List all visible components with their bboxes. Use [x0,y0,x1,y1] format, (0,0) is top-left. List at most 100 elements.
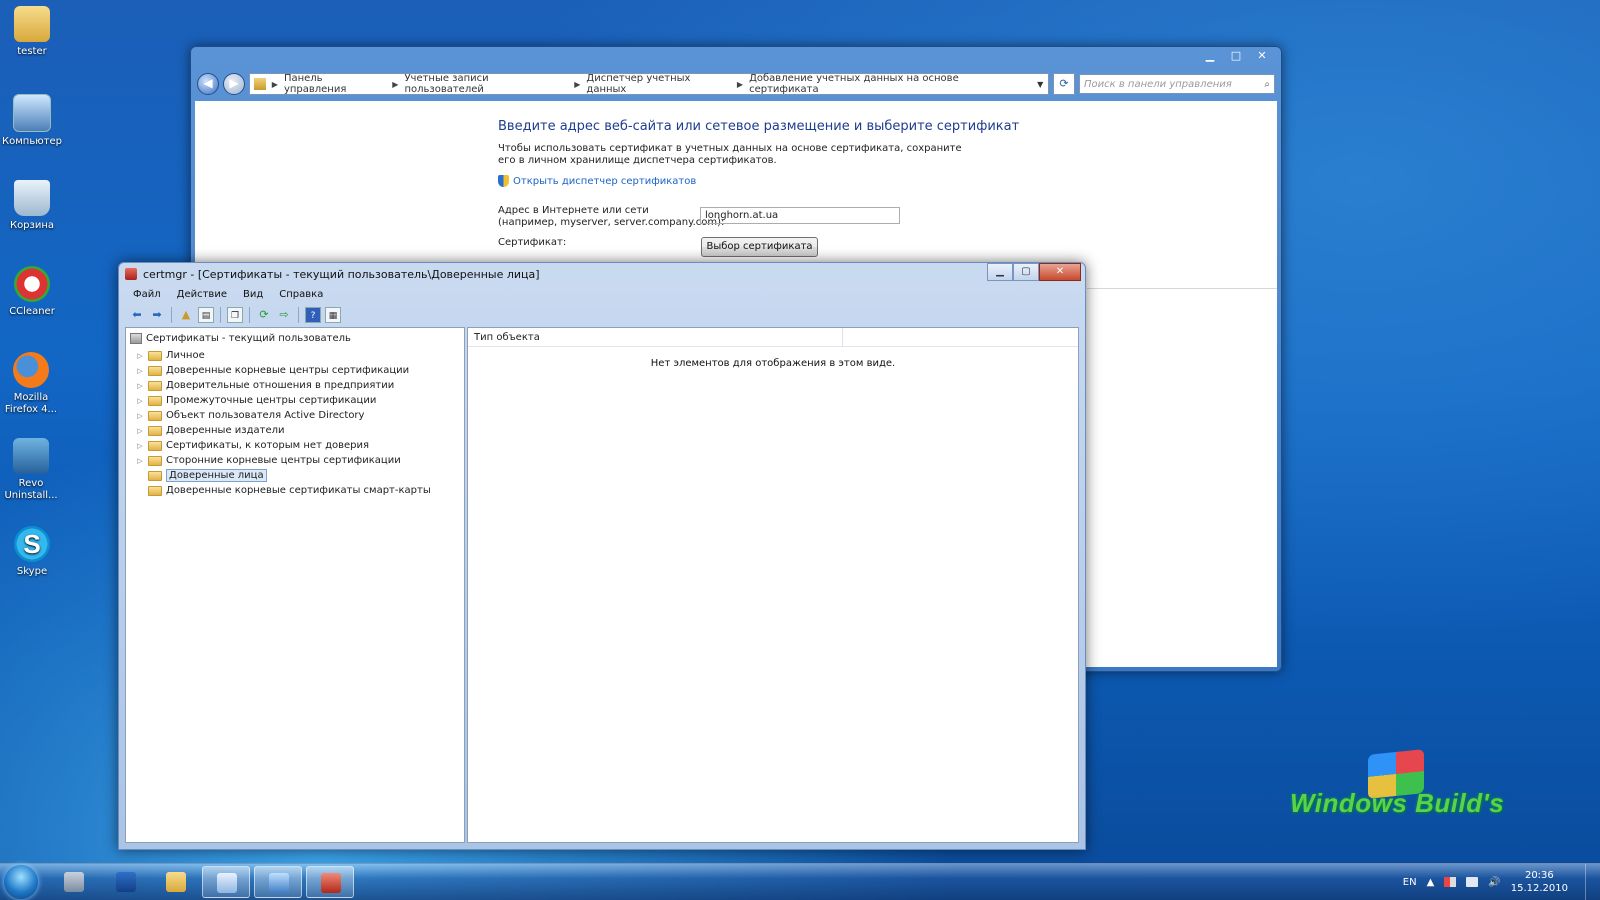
control-panel-icon [269,873,289,893]
firefox-icon [13,352,49,388]
minimize-button[interactable]: ▁ [987,263,1013,281]
search-input[interactable]: Поиск в панели управления ⌕ [1079,74,1275,94]
desktop-icon-label: Mozilla Firefox 4... [4,392,58,415]
up-folder-icon[interactable]: ▲ [178,307,194,323]
address-label-line2: (например, myserver, server.company.com)… [498,217,725,228]
breadcrumb-credential-manager[interactable]: Диспетчер учетных данных [586,73,731,95]
copy-icon[interactable]: ❐ [227,307,243,323]
taskbar-button-powershell[interactable] [102,866,150,898]
certificate-label: Сертификат: [498,237,567,248]
menu-view[interactable]: Вид [235,286,271,304]
column-header-object-type[interactable]: Тип объекта [468,328,843,346]
close-button[interactable]: ✕ [1039,263,1081,281]
expand-arrow-icon[interactable]: ▷ [134,352,146,360]
desktop-icon-ccleaner[interactable]: CCleaner [0,266,64,318]
forward-button[interactable]: ▶ [223,73,245,95]
desktop-icon-revo[interactable]: Revo Uninstall... [0,438,62,502]
tree-root[interactable]: Сертификаты - текущий пользователь [130,333,351,344]
tree-item-trusted-publishers[interactable]: ▷ Доверенные издатели [134,423,431,438]
tree-item-intermediate-ca[interactable]: ▷ Промежуточные центры сертификации [134,393,431,408]
desktop-icon-recycle-bin[interactable]: Корзина [0,180,64,232]
show-desktop-button[interactable] [1585,864,1600,900]
show-hide-tree-icon[interactable]: ▤ [198,307,214,323]
tree-root-label: Сертификаты - текущий пользователь [146,333,351,344]
tree-item-trusted-root-ca[interactable]: ▷ Доверенные корневые центры сертификации [134,363,431,378]
tree-pane[interactable]: Сертификаты - текущий пользователь ▷ Личн… [125,327,465,843]
taskbar-button-explorer[interactable] [152,866,200,898]
expand-arrow-icon[interactable]: ▷ [134,367,146,375]
clock-time: 20:36 [1524,870,1554,881]
certmgr-window[interactable]: certmgr - [Сертификаты - текущий пользов… [118,262,1086,850]
tree-list: ▷ Личное ▷ Доверенные корневые центры серт… [134,348,431,498]
choose-certificate-button[interactable]: Выбор сертификата [701,237,818,257]
desktop-icon-skype[interactable]: S Skype [0,526,64,578]
tree-item-personal[interactable]: ▷ Личное [134,348,431,363]
language-indicator[interactable]: EN [1403,877,1417,888]
show-hidden-icons-icon[interactable]: ▲ [1427,877,1435,888]
desktop-icon-label: Skype [16,566,48,577]
open-cert-manager-link[interactable]: Открыть диспетчер сертификатов [498,175,696,187]
details-pane[interactable]: Тип объекта Нет элементов для отображени… [467,327,1079,843]
navigation-bar: ◀ ▶ ▶ Панель управления ▶ Учетные записи… [197,73,1275,95]
maximize-button[interactable]: □ [1223,48,1249,64]
expand-arrow-icon[interactable]: ▷ [134,442,146,450]
desktop-icon-firefox[interactable]: Mozilla Firefox 4... [0,352,62,416]
minimize-button[interactable]: ▁ [1197,48,1223,64]
folder-icon [148,470,162,481]
desktop-icon-tester[interactable]: tester [0,6,64,58]
properties-icon[interactable]: ▦ [325,307,341,323]
certmgr-icon [321,873,341,893]
expand-arrow-icon[interactable]: ▷ [134,457,146,465]
desktop-icon-label: Revo Uninstall... [4,478,58,501]
window-controls: ▁ ▢ ✕ [987,263,1081,281]
address-field[interactable]: longhorn.at.ua [700,207,900,224]
expand-arrow-icon[interactable]: ▷ [134,382,146,390]
breadcrumb-add-certificate-credential[interactable]: Добавление учетных данных на основе серт… [749,73,1026,95]
taskbar-button-control-panel[interactable] [254,866,302,898]
menu-bar: Файл Действие Вид Справка [125,286,1079,304]
network-icon[interactable] [1466,877,1479,887]
control-panel-icon [254,78,266,90]
chevron-down-icon[interactable]: ▼ [1032,80,1048,89]
tree-item-trusted-people[interactable]: Доверенные лица [134,468,431,483]
description-text: Чтобы использовать сертификат в учетных … [498,143,962,166]
start-button[interactable] [4,865,38,899]
tree-item-untrusted-certificates[interactable]: ▷ Сертификаты, к которым нет доверия [134,438,431,453]
menu-action[interactable]: Действие [169,286,235,304]
link-label: Открыть диспетчер сертификатов [513,175,697,187]
forward-arrow-icon[interactable]: ➡ [149,307,165,323]
close-button[interactable]: ✕ [1249,48,1275,64]
computer-icon [13,94,51,132]
folder-icon [148,350,162,361]
refresh-button[interactable]: ⟳ [1053,73,1075,95]
tree-item-enterprise-trust[interactable]: ▷ Доверительные отношения в предприятии [134,378,431,393]
expand-arrow-icon[interactable]: ▷ [134,427,146,435]
taskbar-button-certmgr[interactable] [306,866,354,898]
breadcrumb-control-panel[interactable]: Панель управления [284,73,386,95]
help-icon[interactable]: ? [305,307,321,323]
title-bar[interactable]: certmgr - [Сертификаты - текущий пользов… [125,265,1079,283]
back-button[interactable]: ◀ [197,73,219,95]
desktop-icon-computer[interactable]: Компьютер [0,94,64,148]
volume-icon[interactable]: 🔊 [1488,877,1500,888]
tree-item-active-directory-user[interactable]: ▷ Объект пользователя Active Directory [134,408,431,423]
refresh-icon[interactable]: ⟳ [256,307,272,323]
menu-file[interactable]: Файл [125,286,169,304]
expand-arrow-icon[interactable]: ▷ [134,397,146,405]
export-list-icon[interactable]: ⇨ [276,307,292,323]
breadcrumb-user-accounts[interactable]: Учетные записи пользователей [404,73,568,95]
address-label-line1: Адрес в Интернете или сети [498,205,649,216]
address-bar[interactable]: ▶ Панель управления ▶ Учетные записи пол… [249,73,1049,95]
tree-item-smart-card-trusted-roots[interactable]: Доверенные корневые сертификаты смарт-ка… [134,483,431,498]
taskbar-button-server-manager[interactable] [50,866,98,898]
tree-item-third-party-root-ca[interactable]: ▷ Сторонние корневые центры сертификации [134,453,431,468]
back-arrow-icon[interactable]: ⬅ [129,307,145,323]
clock[interactable]: 20:36 15.12.2010 [1511,869,1568,895]
expand-arrow-icon[interactable]: ▷ [134,412,146,420]
explorer-icon [166,872,186,892]
menu-help[interactable]: Справка [271,286,331,304]
action-center-flag-icon[interactable] [1444,877,1457,887]
maximize-button[interactable]: ▢ [1013,263,1039,281]
shield-icon [498,175,509,187]
taskbar-button-paint[interactable] [202,866,250,898]
